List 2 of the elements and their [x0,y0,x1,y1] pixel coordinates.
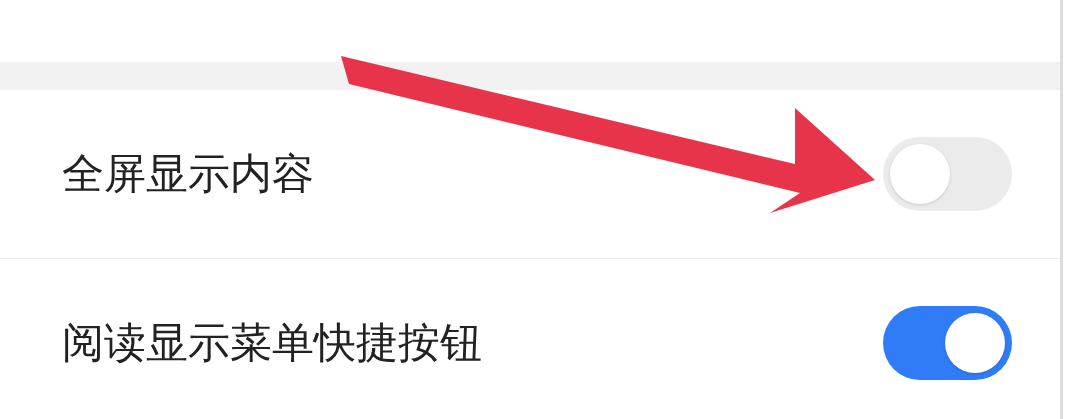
setting-label: 全屏显示内容 [62,148,314,200]
setting-label: 阅读显示菜单快捷按钮 [62,317,482,369]
